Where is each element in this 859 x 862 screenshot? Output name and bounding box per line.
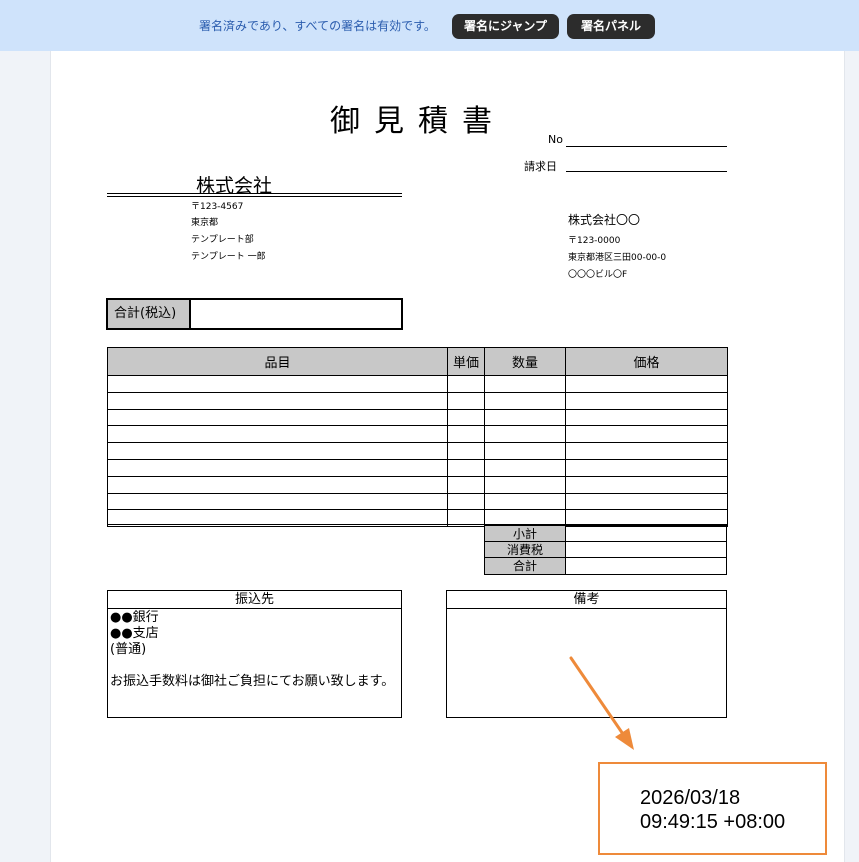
table-row	[107, 458, 728, 477]
issuer-address: 東京都港区三田00-00-0	[568, 253, 667, 263]
col-item: 品目	[107, 347, 448, 376]
client-postal: 〒123-4567	[191, 202, 244, 212]
table-cell	[107, 408, 448, 427]
sum-value	[565, 557, 727, 575]
table-cell	[107, 458, 448, 477]
remarks-box: 備考	[446, 590, 727, 718]
table-cell	[565, 408, 728, 427]
issuer-postal: 〒123-0000	[568, 236, 621, 246]
table-cell	[107, 425, 448, 444]
table-cell	[565, 475, 728, 494]
stamp-date: 2026/03/18	[640, 787, 741, 809]
table-cell	[447, 442, 485, 460]
jump-to-signature-button[interactable]: 署名にジャンプ	[452, 14, 559, 39]
table-cell	[484, 458, 566, 477]
billing-date-line	[566, 171, 727, 172]
sum-label: 合計	[484, 557, 566, 575]
transfer-body: ●●銀行 ●●支店 (普通) お振込手数料は御社ご負担にてお願い致します。	[108, 609, 401, 691]
table-row	[107, 408, 728, 427]
col-quantity: 数量	[484, 347, 566, 376]
col-price: 価格	[565, 347, 728, 376]
total-amount-box: 合計(税込)	[106, 298, 403, 330]
table-cell	[484, 408, 566, 427]
transfer-box: 振込先 ●●銀行 ●●支店 (普通) お振込手数料は御社ご負担にてお願い致します…	[107, 590, 402, 718]
table-row	[107, 442, 728, 460]
client-city: 東京都	[191, 218, 219, 228]
items-table-header: 品目 単価 数量 価格	[107, 347, 728, 376]
table-cell	[484, 475, 566, 494]
transfer-branch: ●●支店	[110, 626, 159, 641]
table-cell	[107, 442, 448, 460]
document-title: 御見積書	[330, 104, 506, 139]
transfer-note: お振込手数料は御社ご負担にてお願い致します。	[110, 674, 395, 689]
table-cell	[447, 375, 485, 393]
table-cell	[107, 391, 448, 410]
issuer-building: 〇〇〇ビル〇F	[568, 270, 628, 280]
table-cell	[484, 442, 566, 460]
no-label: No	[548, 133, 563, 146]
table-cell	[484, 391, 566, 410]
table-cell	[447, 408, 485, 427]
tax-label: 消費税	[484, 541, 566, 558]
no-line	[566, 146, 727, 147]
tax-value	[565, 541, 727, 558]
table-cell	[447, 492, 485, 511]
items-table: 品目 単価 数量 価格	[107, 347, 728, 528]
table-cell	[447, 391, 485, 410]
issuer-name: 株式会社〇〇	[568, 213, 641, 227]
table-cell	[447, 475, 485, 494]
table-cell	[565, 391, 728, 410]
table-cell	[447, 425, 485, 444]
table-cell	[565, 458, 728, 477]
signature-panel-button[interactable]: 署名パネル	[567, 14, 655, 39]
table-cell	[107, 375, 448, 393]
transfer-bank: ●●銀行	[110, 610, 159, 625]
table-cell	[484, 425, 566, 444]
table-cell	[447, 458, 485, 477]
client-underline-2	[107, 196, 402, 197]
signature-bar: 署名済みであり、すべての署名は有効です。 署名にジャンプ 署名パネル	[0, 0, 859, 51]
table-cell	[484, 375, 566, 393]
subtotal-label: 小計	[484, 525, 566, 542]
col-unit-price: 単価	[447, 347, 485, 376]
table-row	[107, 475, 728, 494]
table-cell	[565, 375, 728, 393]
table-row	[107, 375, 728, 393]
signature-status-text: 署名済みであり、すべての署名は有効です。	[199, 19, 436, 33]
stamp-time: 09:49:15 +08:00	[640, 811, 786, 833]
table-row	[107, 425, 728, 444]
table-cell	[565, 442, 728, 460]
billing-date-label: 請求日	[524, 160, 557, 173]
table-cell	[565, 425, 728, 444]
client-person: テンプレート 一郎	[191, 252, 266, 262]
transfer-header: 振込先	[108, 591, 401, 609]
table-row	[107, 391, 728, 410]
table-cell	[565, 492, 728, 511]
table-cell	[107, 492, 448, 511]
client-dept: テンプレート部	[191, 235, 254, 245]
table-cell	[484, 492, 566, 511]
transfer-account-type: (普通)	[110, 642, 147, 657]
subtotal-value	[565, 525, 727, 542]
client-underline-1	[107, 193, 402, 194]
remarks-header: 備考	[447, 591, 726, 609]
table-row	[107, 492, 728, 511]
timestamp-stamp: 2026/03/18 09:49:15 +08:00	[598, 762, 827, 855]
table-cell	[107, 475, 448, 494]
total-label: 合計(税込)	[108, 300, 191, 328]
